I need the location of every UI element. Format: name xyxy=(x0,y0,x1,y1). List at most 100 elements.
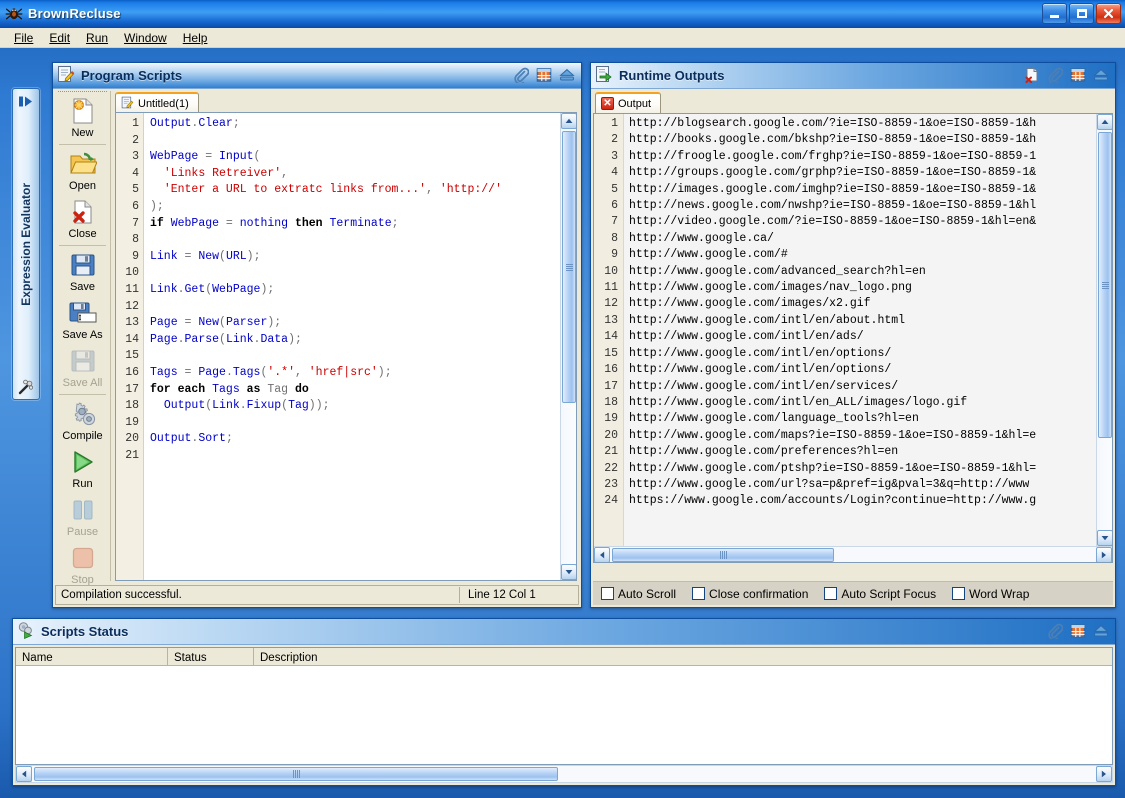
menu-run-label: Run xyxy=(86,31,108,45)
output-hscrollbar-thumb[interactable] xyxy=(612,548,834,562)
scroll-right-arrow-icon[interactable] xyxy=(1096,766,1112,782)
output-tab[interactable]: ✕ Output xyxy=(595,92,661,113)
eject-icon[interactable] xyxy=(1093,67,1109,83)
auto-script-focus-checkbox[interactable]: Auto Script Focus xyxy=(824,587,936,601)
maximize-button[interactable] xyxy=(1069,3,1094,24)
pause-icon xyxy=(68,495,98,525)
output-vertical-scrollbar[interactable] xyxy=(1096,114,1112,546)
column-header-description[interactable]: Description xyxy=(254,648,1112,665)
menu-run[interactable]: Run xyxy=(78,29,116,47)
toolbar-save-label: Save xyxy=(70,281,95,293)
window-pane-icon[interactable] xyxy=(1070,67,1086,83)
paperclip-icon[interactable] xyxy=(513,67,529,83)
expression-evaluator-dock[interactable]: Expression Evaluator xyxy=(12,88,40,400)
output-line-number: 15 xyxy=(594,346,623,362)
output-line: http://www.google.com/advanced_search?hl… xyxy=(629,264,1096,280)
toolbar-save-as-button[interactable]: Save As xyxy=(55,296,110,344)
toolbar-run-button[interactable]: Run xyxy=(55,445,110,493)
output-scrollbar-thumb[interactable] xyxy=(1098,132,1112,438)
program-scripts-body: New Open xyxy=(53,89,581,607)
scripts-status-title: Scripts Status xyxy=(41,624,128,639)
paperclip-icon[interactable] xyxy=(1047,623,1063,639)
output-line: http://books.google.com/bkshp?ie=ISO-885… xyxy=(629,132,1096,148)
window-pane-icon[interactable] xyxy=(536,67,552,83)
scripts-status-horizontal-scrollbar[interactable] xyxy=(15,765,1113,783)
code-line-number: 21 xyxy=(116,448,143,465)
paperclip-icon[interactable] xyxy=(1047,67,1063,83)
expand-arrows-icon[interactable] xyxy=(17,94,35,108)
code-vertical-scrollbar[interactable] xyxy=(560,113,576,580)
toolbar-save-all-button[interactable]: Save All xyxy=(55,344,110,392)
output-line: http://www.google.com/images/x2.gif xyxy=(629,296,1096,312)
output-line: http://www.google.com/intl/en/options/ xyxy=(629,362,1096,378)
scrollbar-grip xyxy=(720,551,727,559)
scroll-up-arrow-icon[interactable] xyxy=(561,113,577,129)
scroll-right-arrow-icon[interactable] xyxy=(1096,547,1112,563)
code-line-number: 13 xyxy=(116,315,143,332)
toolbar-close-label: Close xyxy=(68,228,96,240)
program-scripts-header-icons xyxy=(513,67,575,83)
menu-window[interactable]: Window xyxy=(116,29,175,47)
code-line-number: 8 xyxy=(116,232,143,249)
minimize-button[interactable] xyxy=(1042,3,1067,24)
checkbox-box[interactable] xyxy=(692,587,705,600)
magic-wand-icon[interactable] xyxy=(17,380,35,394)
auto-scroll-label: Auto Scroll xyxy=(618,587,676,601)
output-line: http://www.google.com/# xyxy=(629,247,1096,263)
eject-icon[interactable] xyxy=(1093,623,1109,639)
toolbar-pause-button[interactable]: Pause xyxy=(55,493,110,541)
scroll-down-arrow-icon[interactable] xyxy=(1097,530,1112,546)
auto-scroll-checkbox[interactable]: Auto Scroll xyxy=(601,587,676,601)
toolbar-grip[interactable] xyxy=(58,91,107,92)
checkbox-box[interactable] xyxy=(952,587,965,600)
scripts-status-header-icons xyxy=(1047,623,1109,639)
code-scrollbar-thumb[interactable] xyxy=(562,131,576,403)
code-line-number: 18 xyxy=(116,398,143,415)
menu-help[interactable]: Help xyxy=(175,29,216,47)
output-line: http://www.google.com/url?sa=p&pref=ig&p… xyxy=(629,477,1096,493)
clear-output-icon[interactable] xyxy=(1024,67,1040,83)
output-text[interactable]: http://blogsearch.google.com/?ie=ISO-885… xyxy=(624,114,1096,546)
editor-tab-untitled-1[interactable]: Untitled(1) xyxy=(115,92,199,113)
menu-edit[interactable]: Edit xyxy=(41,29,78,47)
scroll-up-arrow-icon[interactable] xyxy=(1097,114,1112,130)
window-pane-icon[interactable] xyxy=(1070,623,1086,639)
checkbox-box[interactable] xyxy=(824,587,837,600)
toolbar-save-as-label: Save As xyxy=(62,329,102,341)
scripts-status-hscrollbar-thumb[interactable] xyxy=(34,767,558,781)
column-header-status[interactable]: Status xyxy=(168,648,254,665)
toolbar-save-button[interactable]: Save xyxy=(55,248,110,296)
close-button[interactable] xyxy=(1096,3,1121,24)
toolbar-close-button[interactable]: Close xyxy=(55,195,110,243)
toolbar-compile-label: Compile xyxy=(62,430,102,442)
stop-icon xyxy=(68,543,98,573)
output-console[interactable]: 123456789101112131415161718192021222324 … xyxy=(593,113,1113,563)
close-confirmation-checkbox[interactable]: Close confirmation xyxy=(692,587,808,601)
word-wrap-checkbox[interactable]: Word Wrap xyxy=(952,587,1029,601)
output-line-number: 21 xyxy=(594,444,623,460)
scroll-left-arrow-icon[interactable] xyxy=(594,547,610,563)
caret-position-text: Line 12 Col 1 xyxy=(460,589,578,601)
eject-icon[interactable] xyxy=(559,67,575,83)
code-editor[interactable]: 123456789101112131415161718192021 Output… xyxy=(115,112,577,581)
scroll-down-arrow-icon[interactable] xyxy=(561,564,577,580)
scroll-left-arrow-icon[interactable] xyxy=(16,766,32,782)
output-horizontal-scrollbar[interactable] xyxy=(594,546,1112,562)
scripts-toolbar: New Open xyxy=(55,91,111,581)
toolbar-compile-button[interactable]: Compile xyxy=(55,397,110,445)
toolbar-open-button[interactable]: Open xyxy=(55,147,110,195)
output-line-number: 8 xyxy=(594,231,623,247)
close-red-x-icon[interactable]: ✕ xyxy=(601,97,614,110)
column-header-name[interactable]: Name xyxy=(16,648,168,665)
scripts-status-grid[interactable]: Name Status Description xyxy=(15,647,1113,765)
menu-file[interactable]: File xyxy=(6,29,41,47)
output-line: http://news.google.com/nwshp?ie=ISO-8859… xyxy=(629,198,1096,214)
code-editor-area: Untitled(1) 1234567891011121314151617181… xyxy=(115,91,577,581)
code-text-surface[interactable]: Output.Clear; WebPage = Input( 'Links Re… xyxy=(144,113,560,580)
output-line-number: 24 xyxy=(594,493,623,509)
output-line-number: 3 xyxy=(594,149,623,165)
checkbox-box[interactable] xyxy=(601,587,614,600)
toolbar-new-button[interactable]: New xyxy=(55,94,110,142)
toolbar-stop-button[interactable]: Stop xyxy=(55,541,110,589)
output-line-number: 1 xyxy=(594,116,623,132)
